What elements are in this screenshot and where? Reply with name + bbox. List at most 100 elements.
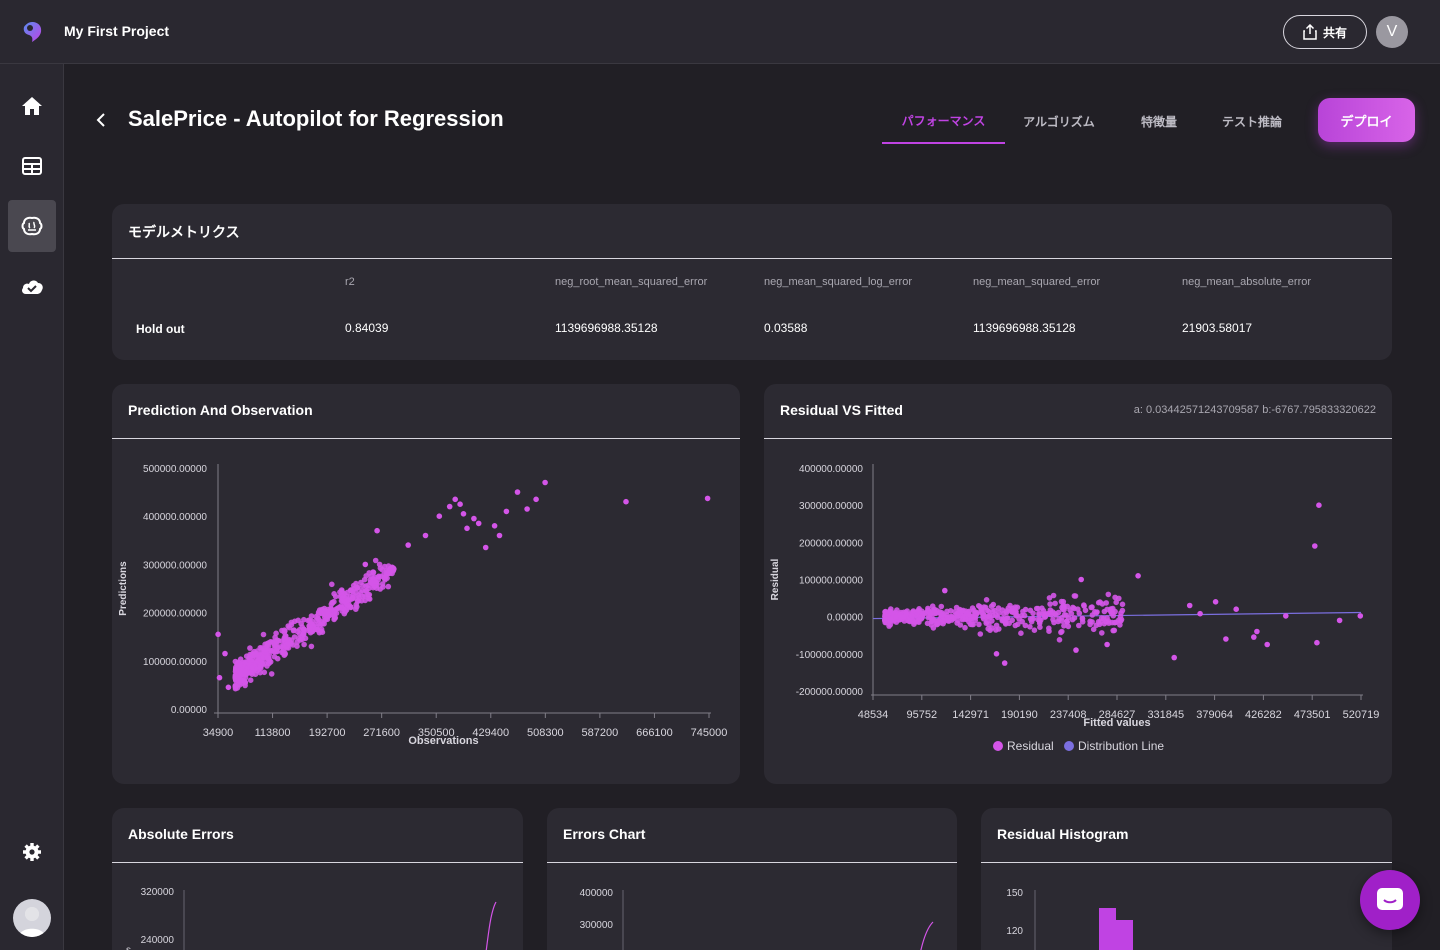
metric-row-label: Hold out	[136, 322, 185, 336]
data-point	[933, 610, 939, 616]
data-point	[1031, 627, 1038, 633]
x-tick-label: 745000	[691, 727, 728, 739]
data-point	[358, 598, 365, 604]
data-point	[1036, 616, 1043, 623]
data-point	[241, 677, 247, 684]
data-point	[365, 592, 371, 598]
sidebar-item-datasets[interactable]	[8, 140, 56, 192]
data-point	[1063, 612, 1069, 618]
tab-features[interactable]: 特徴量	[1120, 98, 1198, 144]
user-avatar[interactable]: V	[1376, 16, 1408, 48]
x-axis-label: Observations	[408, 735, 478, 747]
metric-value-r2: 0.84039	[345, 321, 389, 335]
data-point	[242, 668, 249, 675]
data-point	[296, 631, 303, 637]
profile-avatar[interactable]	[13, 899, 51, 937]
data-point	[986, 612, 993, 619]
data-point	[355, 584, 361, 591]
y-tick-label: 120	[1006, 926, 1023, 937]
x-tick-label: 508300	[527, 727, 564, 739]
sidebar-item-deployments[interactable]	[8, 260, 56, 312]
data-point	[405, 542, 412, 548]
y-tick-label: 300000.00000	[799, 501, 863, 512]
data-point	[308, 643, 315, 650]
metric-header-mae: neg_mean_absolute_error	[1182, 276, 1312, 288]
data-point	[1052, 600, 1058, 607]
data-point	[278, 643, 284, 650]
data-point	[274, 648, 280, 655]
data-point	[247, 645, 253, 651]
data-point	[368, 579, 375, 585]
tab-test-inference[interactable]: テスト推論	[1206, 98, 1298, 144]
data-point	[249, 664, 255, 671]
sidebar-item-settings[interactable]	[8, 826, 56, 878]
data-point	[475, 520, 482, 527]
residual-fitted-card: Residual VS Fitted a: 0.0344257124370958…	[764, 384, 1392, 784]
home-icon	[22, 97, 42, 115]
data-point	[260, 631, 267, 638]
data-point	[347, 587, 354, 594]
data-point	[1047, 607, 1054, 613]
data-point	[308, 613, 315, 619]
data-point	[1251, 634, 1257, 640]
x-tick-label: 95752	[907, 709, 938, 721]
data-point	[1047, 601, 1053, 607]
data-point	[285, 641, 292, 647]
deploy-button[interactable]: デプロイ	[1318, 98, 1415, 142]
data-point	[952, 609, 958, 615]
data-point	[1079, 615, 1086, 622]
data-point	[234, 682, 241, 688]
data-point	[1113, 599, 1119, 606]
tab-performance[interactable]: パフォーマンス	[882, 98, 1005, 144]
data-point	[1067, 607, 1073, 613]
sidebar-item-models[interactable]	[8, 200, 56, 252]
prediction-observation-chart[interactable]: 0.00000 100000.00000 200000.00000 300000.00…	[112, 384, 740, 784]
data-point	[1099, 630, 1105, 636]
data-point	[1056, 637, 1063, 643]
x-tick-label: 192700	[309, 727, 346, 739]
share-button[interactable]: 共有	[1283, 15, 1367, 49]
y-tick-label: 300000.00000	[143, 560, 207, 571]
data-point	[446, 503, 453, 510]
data-point	[995, 605, 1002, 611]
data-point	[942, 587, 948, 594]
data-point	[959, 608, 965, 614]
chat-support-button[interactable]	[1360, 870, 1420, 930]
back-button[interactable]	[90, 108, 112, 132]
residual-fitted-chart[interactable]: -200000.00000 -100000.00000 0.00000 100000.…	[764, 384, 1392, 784]
metric-value-rmse: 1139696988.35128	[555, 321, 658, 335]
data-point	[1283, 613, 1289, 619]
data-point	[1104, 606, 1110, 613]
y-tick-label: 200000.00000	[143, 609, 207, 620]
y-tick-label: 320000	[141, 887, 175, 898]
divider	[112, 258, 1392, 259]
absolute-errors-chart[interactable]: 320000 240000 s	[112, 808, 523, 950]
data-point	[249, 650, 256, 657]
errors-chart[interactable]: 400000 300000	[547, 808, 957, 950]
residual-histogram-chart[interactable]: 150 120	[981, 808, 1392, 950]
tab-algorithm[interactable]: アルゴリズム	[1010, 98, 1108, 144]
x-tick-label: 379064	[1196, 709, 1233, 721]
data-point	[341, 610, 348, 617]
y-tick-label: 400000	[580, 888, 614, 899]
data-point	[422, 532, 429, 539]
data-point	[282, 633, 289, 639]
app-logo-icon[interactable]	[20, 20, 44, 44]
data-point	[1078, 576, 1084, 583]
chevron-left-icon	[96, 113, 105, 127]
y-tick-label: 100000.00000	[799, 576, 863, 587]
data-point	[542, 479, 548, 486]
data-point	[1314, 639, 1320, 646]
share-label: 共有	[1322, 25, 1347, 40]
legend-marker-residual	[993, 741, 1003, 751]
data-point	[386, 569, 393, 575]
data-point	[1171, 654, 1177, 661]
data-point	[215, 631, 221, 638]
sidebar-item-home[interactable]	[8, 80, 56, 132]
data-point	[460, 511, 467, 517]
data-point	[985, 625, 991, 632]
data-point	[377, 586, 384, 592]
data-point	[1212, 599, 1219, 605]
data-point	[1112, 608, 1118, 615]
x-axis-label: Fitted values	[1083, 717, 1150, 729]
